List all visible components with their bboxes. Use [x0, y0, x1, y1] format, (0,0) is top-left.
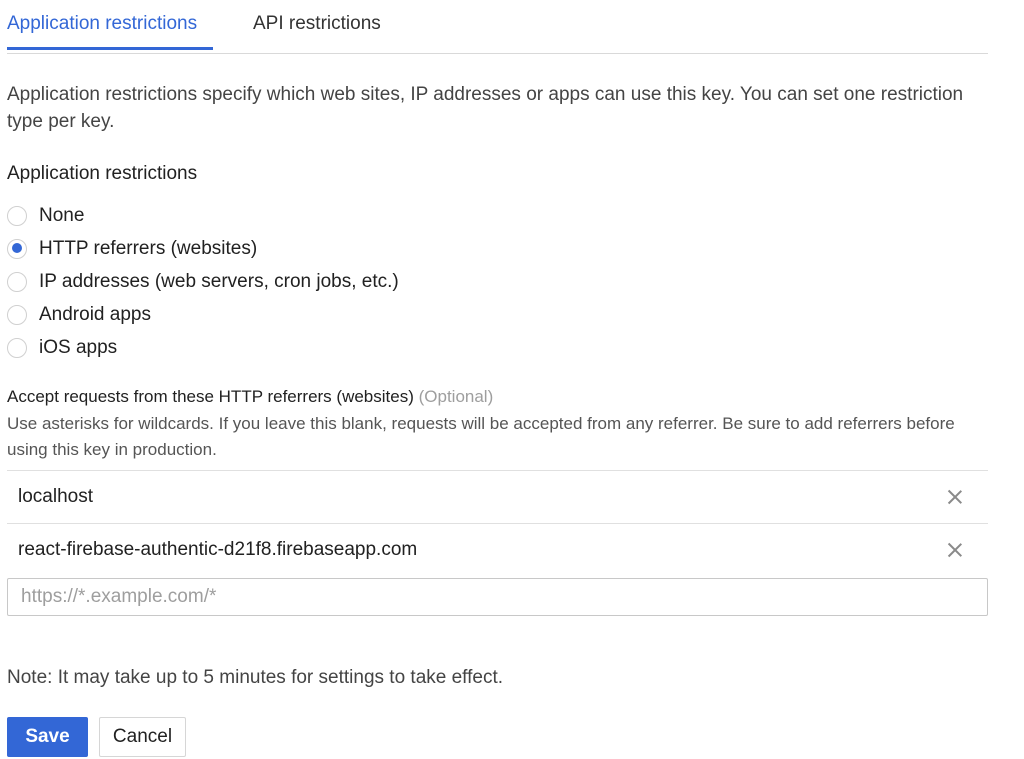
radio-button[interactable] — [7, 205, 27, 226]
radio-button[interactable] — [7, 238, 27, 259]
close-icon[interactable] — [944, 539, 966, 561]
radio-label: iOS apps — [39, 336, 118, 358]
radio-label: HTTP referrers (websites) — [39, 237, 258, 259]
note-text: Note: It may take up to 5 minutes for se… — [7, 667, 504, 688]
tab-bar: Application restrictions API restriction… — [7, 0, 988, 54]
radio-button[interactable] — [7, 304, 27, 325]
referrer-list: localhost react-firebase-authentic-d21f8… — [7, 470, 988, 576]
restrictions-heading: Application restrictions — [7, 163, 198, 184]
referrer-row: react-firebase-authentic-d21f8.firebasea… — [7, 523, 988, 576]
referrers-title: Accept requests from these HTTP referrer… — [7, 387, 414, 406]
close-icon[interactable] — [944, 486, 966, 508]
referrers-heading: Accept requests from these HTTP referrer… — [7, 387, 493, 407]
referrer-row: localhost — [7, 470, 988, 523]
new-referrer-input[interactable] — [7, 578, 988, 616]
radio-label: IP addresses (web servers, cron jobs, et… — [39, 270, 399, 292]
radio-option-none[interactable]: None — [7, 199, 399, 232]
restriction-radio-group: None HTTP referrers (websites) IP addres… — [7, 199, 399, 364]
radio-option-ios-apps[interactable]: iOS apps — [7, 331, 399, 364]
radio-option-android-apps[interactable]: Android apps — [7, 298, 399, 331]
optional-label: (Optional) — [418, 387, 494, 406]
save-button[interactable]: Save — [7, 717, 88, 757]
tab-api-restrictions[interactable]: API restrictions — [253, 13, 381, 47]
referrer-value[interactable]: react-firebase-authentic-d21f8.firebasea… — [18, 539, 417, 561]
referrers-help-text: Use asterisks for wildcards. If you leav… — [7, 414, 955, 459]
radio-label: Android apps — [39, 303, 151, 325]
radio-button[interactable] — [7, 337, 27, 358]
radio-option-http-referrers[interactable]: HTTP referrers (websites) — [7, 232, 399, 265]
cancel-button[interactable]: Cancel — [99, 717, 186, 757]
radio-button[interactable] — [7, 271, 27, 292]
radio-label: None — [39, 204, 85, 226]
referrer-value[interactable]: localhost — [18, 486, 93, 508]
tab-application-restrictions[interactable]: Application restrictions — [7, 13, 213, 50]
description: Application restrictions specify which w… — [7, 84, 964, 132]
radio-option-ip-addresses[interactable]: IP addresses (web servers, cron jobs, et… — [7, 265, 399, 298]
